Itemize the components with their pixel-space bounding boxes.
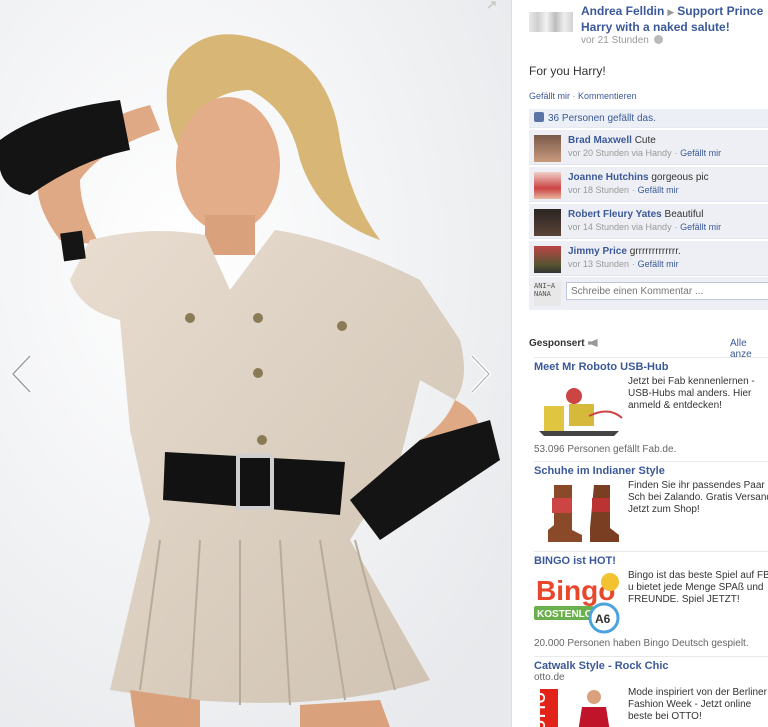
avatar[interactable] <box>534 135 561 162</box>
expand-icon[interactable] <box>486 0 500 10</box>
comment-text: gorgeous pic <box>651 172 709 183</box>
ad-image[interactable]: OTTO <box>532 687 624 727</box>
otto-logo-text: OTTO <box>534 692 548 727</box>
ad-item[interactable]: Meet Mr Roboto USB-Hub Jetzt bei Fab ken… <box>534 357 768 457</box>
separator: · <box>674 148 678 158</box>
separator: · <box>631 185 635 195</box>
ad-title[interactable]: Schuhe im Indianer Style <box>534 465 768 477</box>
ad-text: Bingo ist das beste Spiel auf FB u biete… <box>628 570 768 605</box>
comment-time: vor 14 Stunden via Handy <box>568 222 672 232</box>
sponsored-title: Gesponsert <box>529 338 585 349</box>
avatar[interactable] <box>534 172 561 199</box>
ad-social: 53.096 Personen gefällt Fab.de. <box>534 444 677 455</box>
ad-domain: otto.de <box>534 672 565 683</box>
arrow-right-icon: ▶ <box>667 7 675 17</box>
comment-time: vor 13 Stunden <box>568 259 630 269</box>
megaphone-icon <box>587 339 598 347</box>
ad-title[interactable]: Catwalk Style - Rock Chic <box>534 660 768 672</box>
avatar[interactable] <box>534 246 561 273</box>
ad-text: Finden Sie ihr passendes Paar Sch bei Za… <box>628 480 768 515</box>
likes-count-link[interactable]: 36 Personen gefällt das. <box>548 113 656 124</box>
commenter-name[interactable]: Jimmy Price <box>568 246 627 257</box>
chevron-right-icon[interactable] <box>468 352 494 396</box>
ad-image[interactable] <box>534 376 624 441</box>
post-timestamp: vor 21 Stunden <box>581 35 663 46</box>
commenter-name[interactable]: Joanne Hutchins <box>568 172 649 183</box>
comment-item: Jimmy Price grrrrrrrrrrrrr. vor 13 Stund… <box>529 241 768 276</box>
post-time-text[interactable]: vor 21 Stunden <box>581 35 649 46</box>
commenter-name[interactable]: Robert Fleury Yates <box>568 209 662 220</box>
chevron-left-icon[interactable] <box>8 352 34 396</box>
comment-time: vor 20 Stunden via Handy <box>568 148 672 158</box>
photo-sidebar: Andrea Felldin ▶ Support Prince Harry with… <box>511 0 768 727</box>
owner-name-link[interactable]: Andrea Felldin <box>581 4 664 18</box>
ad-image[interactable]: Bingo KOSTENLOS A6 <box>534 570 624 635</box>
likes-summary: 36 Personen gefällt das. <box>529 109 768 128</box>
comment-item: Joanne Hutchins gorgeous pic vor 18 Stun… <box>529 167 768 202</box>
ad-title[interactable]: Meet Mr Roboto USB-Hub <box>534 361 768 373</box>
sponsored-header: Gesponsert Alle anze <box>529 338 768 360</box>
ad-image[interactable] <box>534 480 624 545</box>
ad-item[interactable]: BINGO ist HOT! Bingo KOSTENLOS A6 Bingo … <box>534 551 768 651</box>
ad-text: Jetzt bei Fab kennenlernen - USB-Hubs ma… <box>628 376 755 411</box>
comment-text: Cute <box>634 135 656 146</box>
comment-text: grrrrrrrrrrrrr. <box>629 246 681 257</box>
commenter-name[interactable]: Brad Maxwell <box>568 135 632 146</box>
comment-link[interactable]: Kommentieren <box>578 91 637 101</box>
thumbs-up-icon <box>534 112 544 122</box>
globe-icon <box>653 35 663 44</box>
comment-time: vor 18 Stunden <box>568 185 630 195</box>
comment-like-link[interactable]: Gefällt mir <box>680 148 721 158</box>
bingo-ball-text: A6 <box>595 612 611 626</box>
photo <box>0 0 511 727</box>
like-link[interactable]: Gefällt mir <box>529 91 570 101</box>
ad-social: 20.000 Personen haben Bingo Deutsch gesp… <box>534 638 749 649</box>
ad-title[interactable]: BINGO ist HOT! <box>534 555 768 567</box>
comment-item: Robert Fleury Yates Beautiful vor 14 Stu… <box>529 204 768 239</box>
comment-like-link[interactable]: Gefällt mir <box>638 185 679 195</box>
ad-item[interactable]: Catwalk Style - Rock Chic otto.de OTTO M… <box>532 656 768 727</box>
ad-item[interactable]: Schuhe im Indianer Style Finden Sie ihr … <box>534 461 768 549</box>
post-actions: Gefällt mir · Kommentieren <box>529 91 637 101</box>
separator: · <box>572 91 576 101</box>
comment-like-link[interactable]: Gefällt mir <box>680 222 721 232</box>
separator: · <box>674 222 678 232</box>
post-caption: For you Harry! <box>529 64 606 78</box>
owner-avatar[interactable] <box>529 12 573 32</box>
comment-item: Brad Maxwell Cute vor 20 Stunden via Han… <box>529 130 768 165</box>
avatar: ANI~A NANA <box>534 282 561 306</box>
comment-input[interactable] <box>566 282 768 300</box>
comment-text: Beautiful <box>664 209 704 220</box>
ad-text: Mode inspiriert von der Berliner Fashion… <box>628 687 767 722</box>
avatar[interactable] <box>534 209 561 236</box>
comment-like-link[interactable]: Gefällt mir <box>638 259 679 269</box>
write-comment-row: ANI~A NANA <box>529 277 768 310</box>
separator: · <box>631 259 635 269</box>
photo-stage <box>0 0 511 727</box>
post-title: Andrea Felldin ▶ Support Prince Harry with… <box>581 4 768 35</box>
